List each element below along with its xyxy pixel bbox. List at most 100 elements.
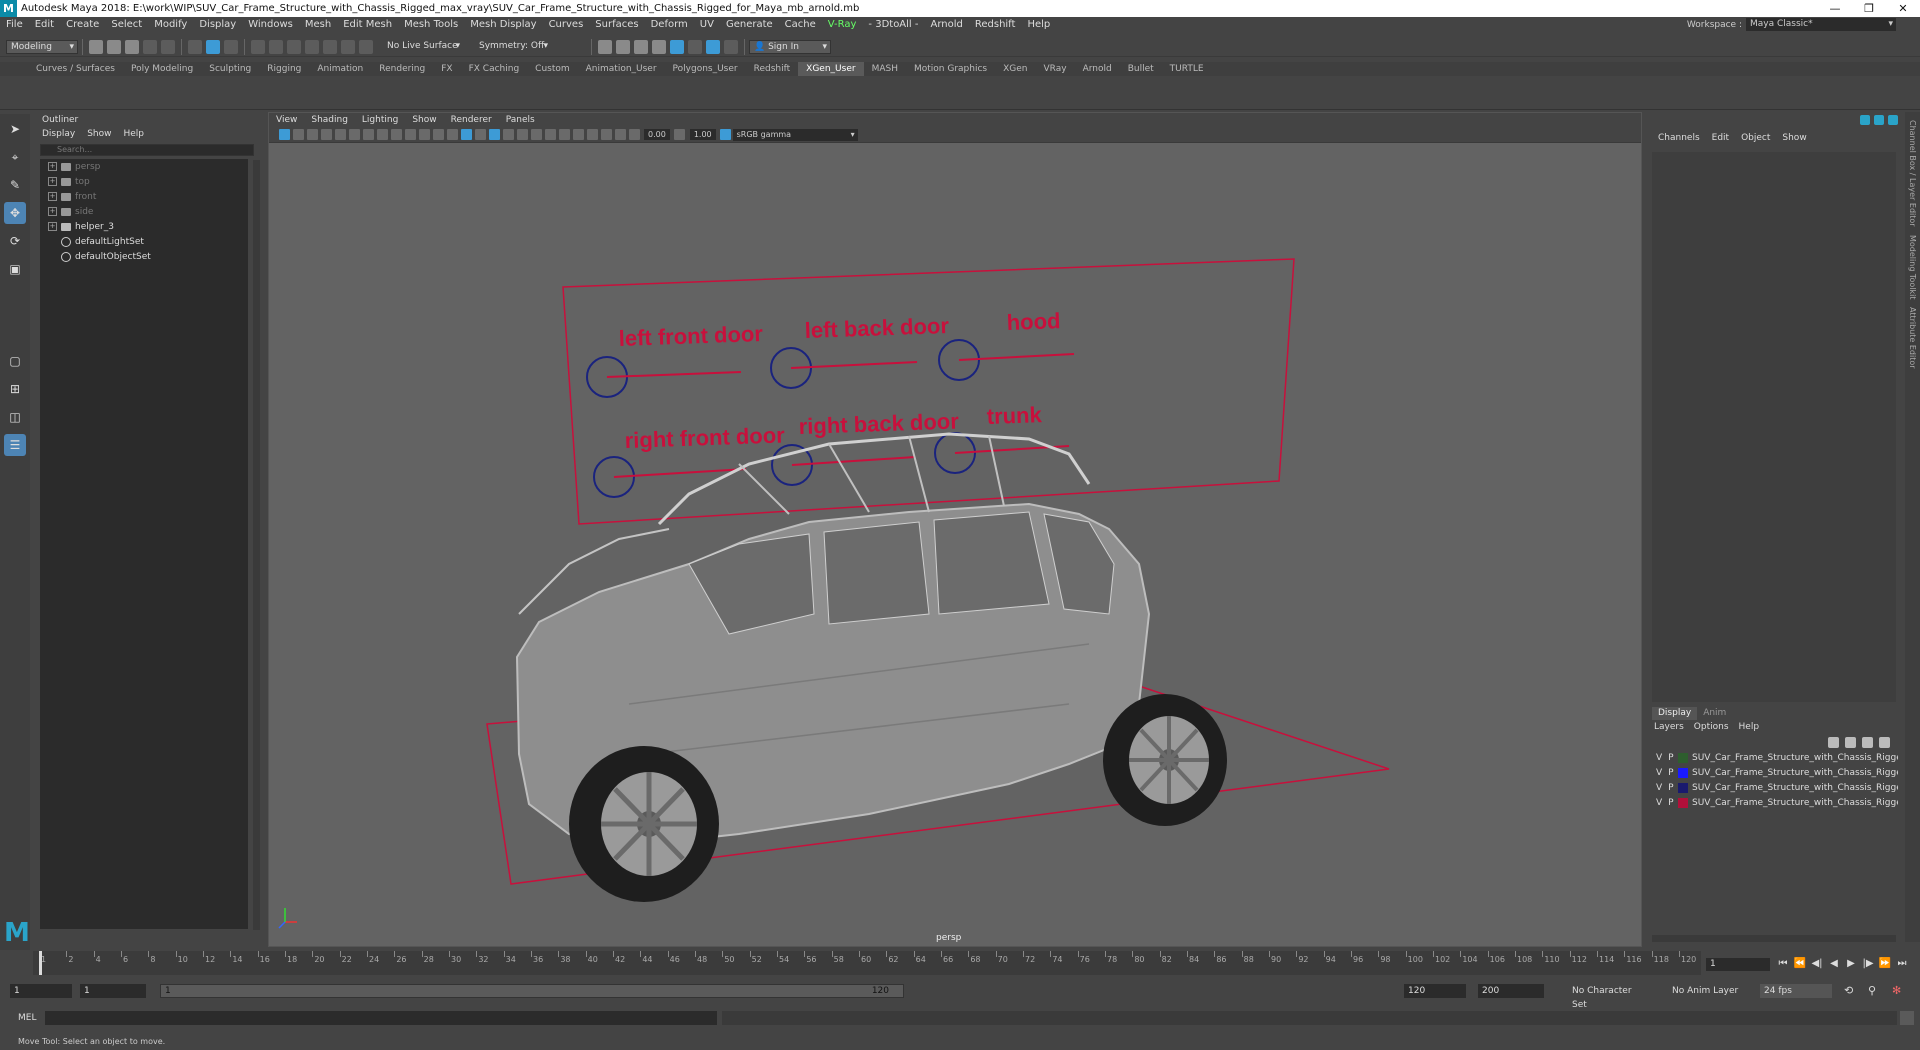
layer-visibility-toggle[interactable]: V (1656, 768, 1662, 778)
pause-icon[interactable] (724, 39, 738, 54)
viewport-menu-panels[interactable]: Panels (499, 115, 542, 125)
layer-playback-toggle[interactable]: P (1668, 753, 1673, 763)
ambient-occlusion-icon[interactable] (530, 129, 542, 140)
shelf-tab-rigging[interactable]: Rigging (259, 62, 309, 76)
menu-select[interactable]: Select (105, 19, 148, 30)
viewport-menu-show[interactable]: Show (405, 115, 443, 125)
snap-point-icon[interactable] (287, 39, 301, 54)
play-forwards-icon[interactable]: ▶ (1844, 957, 1858, 971)
two-view-icon[interactable]: ◫ (4, 406, 26, 428)
outliner-item-front[interactable]: + front (40, 189, 248, 204)
start-time-field[interactable]: 1 (10, 984, 72, 998)
viewport-menu-lighting[interactable]: Lighting (355, 115, 405, 125)
menu-display[interactable]: Display (193, 19, 242, 30)
menu-generate[interactable]: Generate (720, 19, 779, 30)
field-chart-icon[interactable] (418, 129, 430, 140)
shelf-tab-poly-modeling[interactable]: Poly Modeling (123, 62, 201, 76)
rear-wheel[interactable] (1103, 694, 1227, 826)
close-button[interactable]: ✕ (1886, 0, 1920, 17)
menu-windows[interactable]: Windows (242, 19, 299, 30)
restore-button[interactable]: ❐ (1852, 0, 1886, 17)
move-layer-down-icon[interactable] (1845, 736, 1856, 748)
layer-tab-display[interactable]: Display (1652, 707, 1698, 720)
redo-icon[interactable] (161, 39, 175, 54)
wireframe-on-shaded-icon[interactable] (474, 129, 486, 140)
layer-row[interactable]: V P SUV_Car_Frame_Structure_with_Chassis_R… (1648, 765, 1904, 780)
undo-icon[interactable] (143, 39, 157, 54)
expand-icon[interactable]: + (48, 162, 57, 171)
layer-row[interactable]: V P SUV_Car_Frame_Structure_with_Chassis_R… (1648, 795, 1904, 810)
view-transform-dropdown[interactable]: sRGB gamma (732, 128, 858, 141)
menu-arnold[interactable]: Arnold (925, 19, 969, 30)
channel-box-menu-edit[interactable]: Edit (1712, 133, 1729, 143)
layer-playback-toggle[interactable]: P (1668, 798, 1673, 808)
outliner-item-persp[interactable]: + persp (40, 159, 248, 174)
menu-curves[interactable]: Curves (543, 19, 590, 30)
wireframe-icon[interactable] (446, 129, 458, 140)
snap-view-icon[interactable] (305, 39, 319, 54)
menu-mesh-display[interactable]: Mesh Display (464, 19, 542, 30)
xray-joints-icon[interactable] (600, 129, 612, 140)
layer-color-swatch[interactable] (1678, 782, 1688, 793)
side-tab-attribute-editor[interactable]: Attribute Editor (1908, 307, 1917, 369)
character-set-dropdown[interactable]: No Character Set (1568, 984, 1646, 1010)
snap-rotate-icon[interactable] (359, 39, 373, 54)
anti-aliasing-icon[interactable] (558, 129, 570, 140)
menu-uv[interactable]: UV (694, 19, 720, 30)
render-settings-icon[interactable] (652, 39, 666, 54)
vray-render-icon[interactable] (688, 39, 702, 54)
control-right-front-door[interactable]: right front door (593, 422, 786, 498)
render-history-icon[interactable] (598, 39, 612, 54)
outliner-item-top[interactable]: + top (40, 174, 248, 189)
attribute-editor-toggle-icon[interactable] (1874, 115, 1884, 125)
menu-edit-mesh[interactable]: Edit Mesh (337, 19, 398, 30)
live-surface-dropdown[interactable]: No Live Surface (383, 39, 463, 54)
rotate-tool-icon[interactable]: ⟳ (4, 230, 26, 252)
control-right-back-door[interactable]: right back door (771, 408, 960, 486)
playback-start-field[interactable]: 1 (80, 984, 146, 998)
textured-icon[interactable] (488, 129, 500, 140)
shelf-tab-mash[interactable]: MASH (864, 62, 906, 76)
channel-box-toggle-icon[interactable] (1860, 115, 1870, 125)
menu-create[interactable]: Create (60, 19, 105, 30)
control-hood[interactable]: hood (938, 308, 1075, 381)
menu-surfaces[interactable]: Surfaces (589, 19, 644, 30)
side-tab-channel-box-layer-editor[interactable]: Channel Box / Layer Editor (1908, 120, 1917, 227)
layer-row[interactable]: V P SUV_Car_Frame_Structure_with_Chassis_R… (1648, 750, 1904, 765)
outliner-menu-show[interactable]: Show (87, 129, 111, 139)
expand-icon[interactable]: + (48, 222, 57, 231)
menu-edit[interactable]: Edit (29, 19, 60, 30)
preferences-icon[interactable]: ✻ (1892, 984, 1901, 997)
end-time-field[interactable]: 200 (1478, 984, 1544, 998)
outliner-layout-icon[interactable]: ☰ (4, 434, 26, 456)
xray-icon[interactable] (586, 129, 598, 140)
shelf-tab-rendering[interactable]: Rendering (371, 62, 433, 76)
command-language-label[interactable]: MEL (18, 1013, 36, 1023)
redshift-render-icon[interactable] (706, 39, 720, 54)
color-management-icon[interactable] (720, 129, 732, 140)
shelf-tab-polygons-user[interactable]: Polygons_User (665, 62, 746, 76)
resolution-gate-icon[interactable] (390, 129, 402, 140)
shelf-tab-turtle[interactable]: TURTLE (1162, 62, 1212, 76)
viewport-menu-view[interactable]: View (269, 115, 304, 125)
layer-playback-toggle[interactable]: P (1668, 783, 1673, 793)
two-d-pan-icon[interactable] (334, 129, 346, 140)
shelf-tab-fx-caching[interactable]: FX Caching (461, 62, 528, 76)
menu-set-dropdown[interactable]: Modeling (6, 39, 78, 54)
image-plane-icon[interactable] (320, 129, 332, 140)
render-frame-icon[interactable] (616, 39, 630, 54)
outliner-search-input[interactable]: Search... (40, 144, 254, 156)
select-object-icon[interactable] (206, 39, 220, 54)
outliner-item-defaultobjectset[interactable]: defaultObjectSet (40, 249, 248, 264)
exposure-field[interactable]: 0.00 (644, 129, 670, 140)
single-view-icon[interactable]: ▢ (4, 350, 26, 372)
range-end-handle[interactable]: 120 (872, 986, 889, 996)
control-left-back-door[interactable]: left back door (770, 313, 950, 389)
playback-end-field[interactable]: 120 (1404, 984, 1466, 998)
control-left-front-door[interactable]: left front door (586, 321, 764, 398)
playhead[interactable] (39, 951, 42, 975)
shelf-tab-custom[interactable]: Custom (527, 62, 577, 76)
xray-components-icon[interactable] (614, 129, 626, 140)
command-input[interactable] (45, 1011, 717, 1025)
viewport-scene[interactable]: left front door left back door hood right f… (269, 144, 1641, 947)
